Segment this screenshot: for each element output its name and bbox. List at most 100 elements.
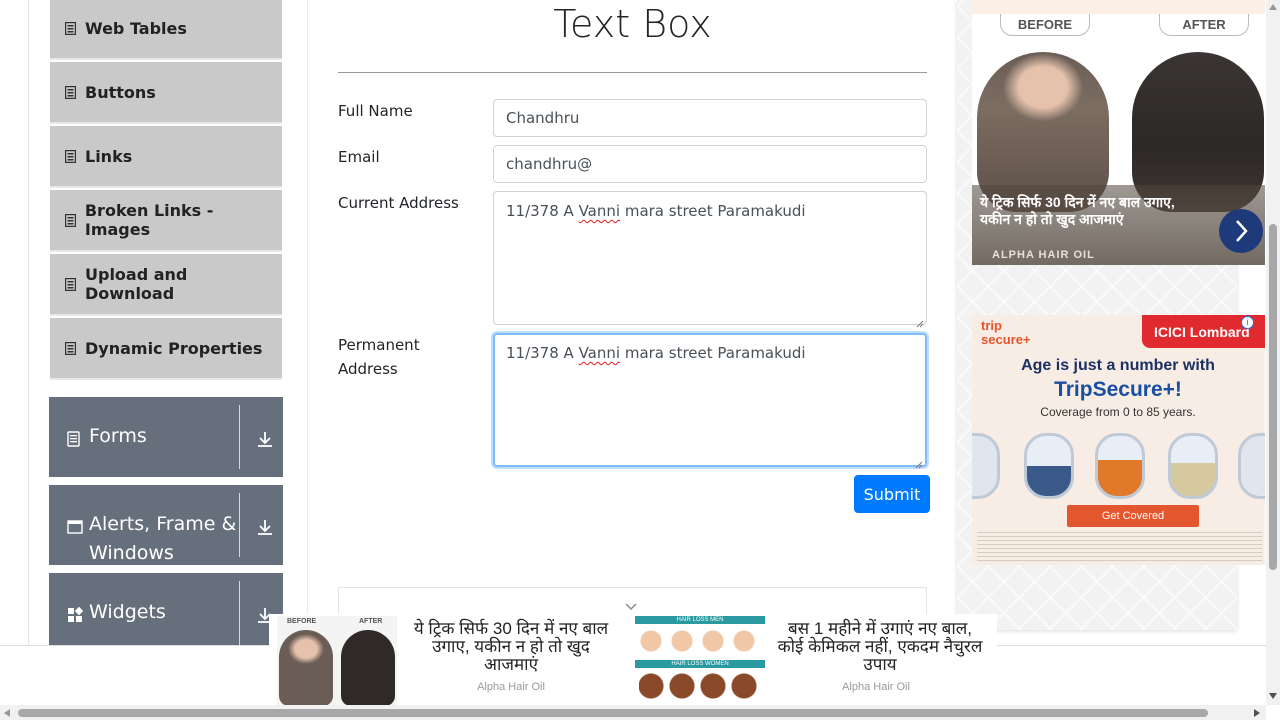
hair-oil-ad[interactable]: BEFORE AFTER ये ट्रिक सिर्फ 30 दिन में न… <box>972 0 1265 265</box>
window-icon <box>67 517 83 534</box>
current-address-text-prefix: 11/378 A <box>506 202 579 220</box>
menu-item-links[interactable]: Links <box>50 126 282 188</box>
group-forms[interactable]: Forms <box>49 397 283 477</box>
list-icon <box>64 21 77 35</box>
chevron-down-icon[interactable] <box>624 600 638 612</box>
permanent-address-label-line2: Address <box>338 360 398 378</box>
group-divider <box>239 405 240 469</box>
left-panel-border <box>28 0 29 650</box>
horizontal-scrollbar[interactable] <box>0 705 1266 720</box>
title-divider <box>338 72 927 73</box>
bottom-ad-source-2: Alpha Hair Oil <box>842 681 910 693</box>
tripsecure-subline: Coverage from 0 to 85 years. <box>1040 405 1196 419</box>
grid-icon <box>67 606 84 622</box>
group-divider <box>239 581 240 645</box>
hair-ad-brand: ALPHA HAIR OIL <box>992 249 1095 261</box>
tripsecure-logo-line2: secure+ <box>981 332 1031 347</box>
list-icon <box>64 277 77 291</box>
ad-fine-print <box>977 532 1262 562</box>
plane-window-image <box>1168 433 1218 499</box>
bottom-ad-text-1-line2: उगाए, यकीन न हो तो खुद <box>432 637 590 656</box>
ad-next-button[interactable] <box>1219 209 1263 253</box>
current-address-textarea[interactable]: 11/378 A Vanni mara street Paramakudi <box>493 191 927 328</box>
plane-window-image <box>1238 433 1265 499</box>
bottom-ad-text-1-line1: ये ट्रिक सिर्फ 30 दिन में नए बाल <box>413 619 609 638</box>
menu-item-buttons[interactable]: Buttons <box>50 62 282 124</box>
plane-window-image <box>1024 433 1074 499</box>
after-label: AFTER <box>1159 14 1249 36</box>
menu-item-label: Links <box>85 146 133 166</box>
scroll-up-arrow-icon[interactable] <box>1269 4 1277 10</box>
permanent-address-text-prefix: 11/378 A <box>506 344 579 362</box>
menu-item-label: Upload and Download <box>85 265 188 303</box>
list-icon <box>64 341 77 355</box>
permanent-address-text-suffix: mara street Paramakudi <box>620 344 806 362</box>
menu-item-label: Dynamic Properties <box>85 338 263 358</box>
resize-grip-icon[interactable] <box>915 455 923 469</box>
submit-button[interactable]: Submit <box>854 475 930 513</box>
bottom-ad-text-2-line3: उपाय <box>863 655 897 674</box>
permanent-address-label-line1: Permanent <box>338 336 420 354</box>
menu-item-upload-download[interactable]: Upload and Download <box>50 254 282 316</box>
email-label: Email <box>338 148 380 166</box>
bottom-ad-text-2-line1: बस 1 महीने में उगाएं नए बाल, <box>787 619 973 638</box>
group-divider <box>239 493 240 557</box>
bottom-ad-text-1: ये ट्रिक सिर्फ 30 दिन में नए बाल उगाए, य… <box>405 620 617 674</box>
list-icon <box>64 149 77 163</box>
before-label: BEFORE <box>1000 14 1090 36</box>
bottom-banner-ad[interactable]: BEFORE AFTER ये ट्रिक सिर्फ 30 दिन में न… <box>269 614 997 706</box>
scroll-left-arrow-icon[interactable] <box>4 709 10 717</box>
group-label-line1: Alerts, Frame & <box>89 513 237 535</box>
hair-ad-headline-line1: ये ट्रिक सिर्फ 30 दिन में नए बाल उगाए, <box>980 194 1175 210</box>
tripsecure-product: TripSecure+! <box>1054 378 1182 401</box>
tripsecure-logo-line1: trip <box>981 318 1002 333</box>
menu-item-label: Broken Links - Images <box>84 201 214 239</box>
permanent-address-textarea[interactable]: 11/378 A Vanni mara street Paramakudi <box>493 333 927 469</box>
ad-top-strip <box>972 0 1265 14</box>
hair-loss-men-label: HAIR LOSS MEN <box>635 616 765 624</box>
hair-ad-headline-line2: यकीन न हो तो खुद आजमाएं <box>980 211 1124 227</box>
menu-item-label: Web Tables <box>85 18 187 38</box>
spellcheck-flagged-word: Vanni <box>578 202 621 220</box>
current-address-label: Current Address <box>338 194 459 212</box>
vertical-scroll-thumb[interactable] <box>1269 224 1277 570</box>
hair-loss-women-label: HAIR LOSS WOMEN <box>635 660 765 668</box>
get-covered-button[interactable]: Get Covered <box>1067 505 1199 527</box>
email-input[interactable]: chandhru@ <box>493 145 927 183</box>
before-after-image: BEFORE AFTER <box>277 616 397 706</box>
vertical-scrollbar[interactable] <box>1266 0 1280 705</box>
tripsecure-ad[interactable]: trip secure+ ICICI Lombard i Age is just… <box>972 315 1265 565</box>
group-widgets[interactable]: Widgets <box>49 573 283 653</box>
plane-window-image <box>1095 433 1145 499</box>
full-name-value: Chandhru <box>506 109 580 127</box>
bottom-ad-text-1-line3: आजमाएं <box>484 655 538 674</box>
current-address-text-suffix: mara street Paramakudi <box>620 202 806 220</box>
menu-item-web-tables[interactable]: Web Tables <box>50 0 282 60</box>
resize-grip-icon[interactable] <box>916 314 924 328</box>
tripsecure-headline: Age is just a number with <box>1021 357 1215 374</box>
group-alerts-frame-windows[interactable]: Alerts, Frame & Windows <box>49 485 283 565</box>
horizontal-scroll-thumb[interactable] <box>18 709 1208 717</box>
menu-item-broken-links[interactable]: Broken Links - Images <box>50 190 282 252</box>
bottom-ad-text-2-line2: कोई केमिकल नहीं, एकदम नैचुरल <box>777 637 983 656</box>
email-value: chandhru@ <box>506 155 593 173</box>
scroll-down-arrow-icon[interactable] <box>1269 693 1277 699</box>
list-icon <box>64 85 77 99</box>
chevron-right-icon <box>1219 220 1263 257</box>
spellcheck-flagged-word: Vanni <box>578 344 621 362</box>
menu-item-dynamic-properties[interactable]: Dynamic Properties <box>50 318 282 380</box>
document-icon <box>67 430 83 447</box>
download-arrow-icon[interactable] <box>256 518 274 536</box>
before-label: BEFORE <box>287 618 317 625</box>
bottom-ad-source-1: Alpha Hair Oil <box>477 681 545 693</box>
column-divider <box>307 0 308 645</box>
download-arrow-icon[interactable] <box>256 430 274 448</box>
page: Web Tables Buttons Links Broken Links - … <box>0 0 1280 720</box>
scroll-right-arrow-icon[interactable] <box>1254 709 1260 717</box>
plane-window-image <box>972 433 1000 499</box>
ad-info-icon[interactable]: i <box>1241 316 1254 329</box>
full-name-input[interactable]: Chandhru <box>493 99 927 137</box>
after-label: AFTER <box>359 618 383 625</box>
page-title: Text Box <box>553 2 712 46</box>
group-label-line2: Windows <box>89 542 174 564</box>
